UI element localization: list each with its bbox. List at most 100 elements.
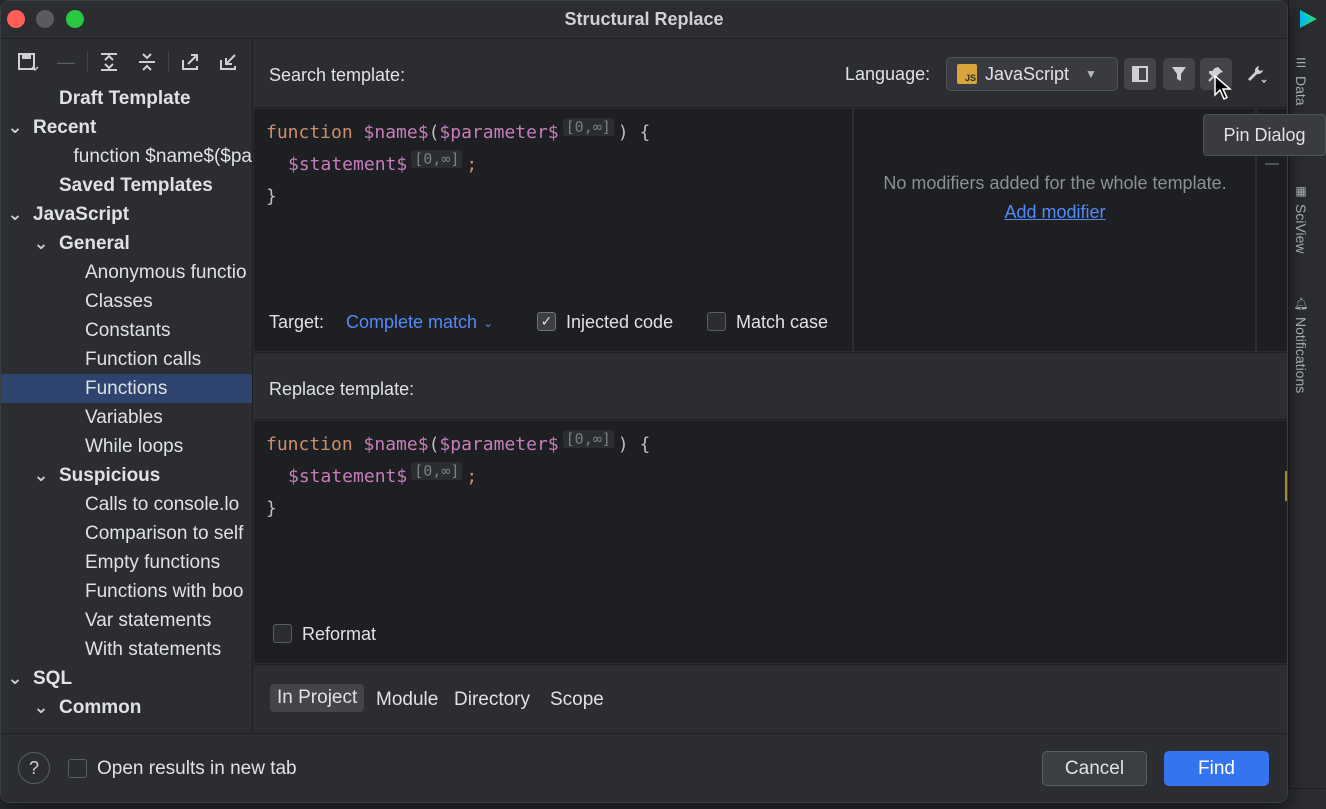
expand-all-icon[interactable] [90,47,128,77]
tree-item[interactable]: ⌄ Suspicious [1,461,252,490]
find-button[interactable]: Find [1164,751,1269,786]
tree-item-label: Calls to console.lo [85,493,240,515]
open-new-tab-checkbox[interactable] [68,759,87,778]
count-badge[interactable]: [0,∞] [411,462,463,480]
tree-item[interactable]: Functions [1,374,252,403]
injected-code-label: Injected code [566,312,674,332]
tree-item[interactable]: Saved Templates [1,171,252,200]
chevron-down-icon[interactable]: ⌄ [33,465,49,486]
chevron-down-icon[interactable]: ⌄ [33,697,49,718]
scope-directory-tab[interactable]: Directory [454,689,530,711]
maximize-window-button[interactable] [66,10,84,28]
tree-item[interactable]: function $name$($pa [1,142,252,171]
replace-template-editor[interactable]: function $name$($parameter$ [0,∞]) { $sta… [254,421,1287,663]
tree-item[interactable]: With statements [1,635,252,664]
count-badge[interactable]: [0,∞] [411,150,463,168]
search-template-label: Search template: [269,65,406,85]
tree-item-label: Saved Templates [59,174,213,196]
code-line: } [266,186,277,207]
scope-in-project-tab[interactable]: In Project [270,684,365,712]
save-template-icon[interactable] [9,47,47,77]
minimize-window-button[interactable] [36,10,54,28]
tree-item[interactable]: Draft Template [1,84,252,113]
target-label: Target: [269,312,325,332]
match-case-checkbox[interactable] [707,312,726,331]
tree-item[interactable]: Variables [1,403,252,432]
tree-item[interactable]: Constants [1,316,252,345]
minus-marker [1265,163,1279,165]
toggle-filter-panel-button[interactable] [1124,58,1156,90]
tree-item-label: Common [59,696,142,718]
tree-item[interactable]: Empty functions [1,548,252,577]
cancel-button[interactable]: Cancel [1042,751,1147,786]
settings-button[interactable] [1240,58,1272,90]
filter-button[interactable] [1163,58,1195,90]
tree-item[interactable]: While loops [1,432,252,461]
tree-toolbar: — [1,40,252,84]
notifications-toolwindow-tab[interactable]: 🔔︎ Notifications [1293,296,1309,394]
close-window-button[interactable] [7,10,25,28]
tree-item[interactable]: Function calls [1,345,252,374]
tree-item-label: Variables [85,406,163,428]
help-button[interactable]: ? [18,752,50,784]
tree-item[interactable]: ⌄ Recent [1,113,252,142]
tree-item-label: Var statements [85,609,212,631]
tree-item-label: Empty functions [85,551,221,573]
code-line: function $name$($parameter$ [0,∞]) { [266,430,651,455]
tree-item-label: Classes [85,290,153,312]
export-template-icon[interactable] [171,47,209,77]
remove-template-icon[interactable]: — [47,47,85,77]
no-modifiers-text: No modifiers added for the whole templat… [883,173,1227,193]
panel-icon [1132,66,1148,82]
structural-replace-dialog: Structural Replace — Draft Template ⌄ Rece… [0,0,1288,803]
injected-code-checkbox[interactable]: ✓ [537,312,556,331]
tree-item[interactable]: ⌄ General [1,229,252,258]
import-template-icon[interactable] [209,47,247,77]
scroll-marker [1285,471,1287,501]
mouse-cursor-icon [1214,74,1233,106]
scope-bar: In Project Module Directory Scope [254,664,1287,732]
search-template-editor[interactable]: function $name$($parameter$ [0,∞]) { $sta… [254,109,852,351]
search-template-header: Search template: Language: JS JavaScript… [254,40,1287,108]
scope-module-tab[interactable]: Module [376,689,438,711]
toolbar-separator [87,52,88,72]
tree-item[interactable]: Var statements [1,606,252,635]
tree-item[interactable]: ⌄ Common [1,693,252,722]
collapse-all-icon[interactable] [128,47,166,77]
tree-item[interactable]: Comparison to self [1,519,252,548]
pin-dialog-tooltip: Pin Dialog [1203,114,1326,156]
scope-scope-tab[interactable]: Scope [550,689,604,711]
data-toolwindow-tab[interactable]: ☰ Data [1293,56,1309,106]
tree-item-label: General [59,232,130,254]
dialog-title: Structural Replace [564,9,724,29]
chevron-down-icon[interactable]: ⌄ [7,204,23,225]
chevron-down-icon[interactable]: ⌄ [33,233,49,254]
tree-item-label: Recent [33,116,97,138]
count-badge[interactable]: [0,∞] [562,430,614,448]
sciview-icon: ▦ [1294,184,1308,198]
tree-item-label: While loops [85,435,184,457]
sciview-toolwindow-tab[interactable]: ▦ SciView [1293,184,1309,254]
chevron-down-icon[interactable]: ⌄ [7,117,23,138]
tree-item-label: JavaScript [33,203,130,225]
tree-item[interactable]: Anonymous functio [1,258,252,287]
filter-icon [1172,67,1186,81]
chevron-down-icon[interactable]: ⌄ [7,668,23,689]
count-badge[interactable]: [0,∞] [562,118,614,136]
tree-item[interactable]: ⌄ SQL [1,664,252,693]
code-line: function $name$($parameter$ [0,∞]) { [266,118,651,143]
add-modifier-link[interactable]: Add modifier [854,202,1256,223]
template-tree-panel: — Draft Template ⌄ Recent function $name$($… [1,40,253,733]
tree-item[interactable]: Calls to console.lo [1,490,252,519]
reformat-checkbox[interactable] [273,624,292,643]
language-select[interactable]: JS JavaScript ▼ [946,57,1118,91]
tree-item-label: Function calls [85,348,202,370]
ide-logo-icon [1297,8,1319,30]
tree-item[interactable]: ⌄ JavaScript [1,200,252,229]
tree-item[interactable]: Functions with boo [1,577,252,606]
chevron-down-icon: ▼ [1085,67,1097,81]
tree-item-label: Comparison to self [85,522,244,544]
tree-item[interactable]: Classes [1,287,252,316]
code-line: $statement$ [0,∞]; [288,462,478,487]
target-dropdown[interactable]: Complete match ⌄ [346,312,493,333]
